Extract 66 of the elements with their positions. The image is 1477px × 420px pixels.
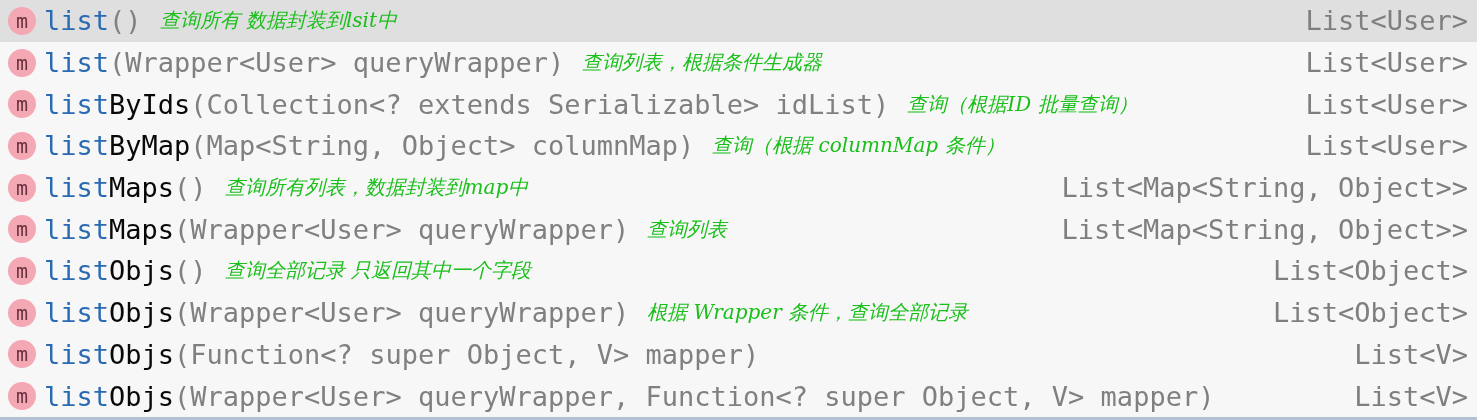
method-badge: m	[8, 48, 36, 77]
matched-prefix: list	[44, 47, 110, 79]
return-type: List<User>	[1304, 88, 1468, 120]
annotation: 查询所有 数据封装到lsit中	[159, 7, 397, 35]
completion-item[interactable]: m listObjs() 查询全部记录 只返回其中一个字段 List<Object>	[0, 250, 1477, 292]
completion-item[interactable]: m list(Wrapper<User> queryWrapper) 查询列表，根据条件生成器 List<User>	[0, 41, 1477, 84]
method-badge: m	[8, 173, 36, 202]
method-badge: m	[8, 215, 36, 244]
method-params: ()	[174, 172, 207, 204]
method-badge: m	[8, 6, 36, 35]
return-type: List<V>	[1353, 338, 1468, 370]
method-params: (Collection<? extends Serializable> idList)	[190, 88, 890, 120]
return-type: List<User>	[1304, 5, 1468, 37]
method-params: ()	[174, 255, 207, 287]
return-type: List<Object>	[1271, 255, 1468, 287]
method-name: Maps	[109, 213, 175, 245]
method-badge: m	[8, 340, 36, 369]
method-name: Objs	[109, 380, 175, 412]
completion-item[interactable]: m list() 查询所有 数据封装到lsit中 List<User>	[0, 0, 1477, 42]
matched-prefix: list	[44, 172, 110, 204]
matched-prefix: list	[44, 255, 110, 287]
completion-item[interactable]: m listByMap(Map<String, Object> columnMap) 查询（根据 columnMap 条件） List<User>	[0, 125, 1477, 167]
completion-item[interactable]: m listObjs(Wrapper<User> queryWrapper) 根据 Wrapper 条件，查询全部记录 List<Object>	[0, 291, 1477, 334]
method-badge: m	[8, 256, 36, 285]
method-params: (Wrapper<User> queryWrapper)	[109, 47, 565, 79]
method-name: Maps	[109, 172, 175, 204]
method-params: (Wrapper<User> queryWrapper, Function<? super Object, V> mapper)	[174, 380, 1215, 412]
matched-prefix: list	[44, 5, 110, 37]
annotation: 根据 Wrapper 条件，查询全部记录	[647, 299, 969, 327]
method-name: ByMap	[109, 130, 191, 162]
method-badge: m	[8, 298, 36, 327]
completion-item[interactable]: m listMaps() 查询所有列表，数据封装到map中 List<Map<String, Object>>	[0, 166, 1477, 209]
return-type: List<V>	[1353, 380, 1468, 412]
return-type: List<Object>	[1271, 297, 1468, 329]
method-name: ByIds	[109, 88, 191, 120]
annotation: 查询列表	[647, 215, 728, 243]
completion-item[interactable]: m listMaps(Wrapper<User> queryWrapper) 查询列表 List<Map<String, Object>>	[0, 208, 1477, 251]
matched-prefix: list	[44, 338, 110, 370]
matched-prefix: list	[44, 88, 110, 120]
annotation: 查询全部记录 只返回其中一个字段	[224, 257, 531, 285]
matched-prefix: list	[44, 380, 110, 412]
method-badge: m	[8, 382, 36, 411]
annotation: 查询（根据 columnMap 条件）	[712, 132, 1005, 160]
completion-item[interactable]: m listObjs(Wrapper<User> queryWrapper, Function<? super Object, V> mapper) List<V>	[0, 375, 1477, 417]
method-params: (Wrapper<User> queryWrapper)	[174, 297, 630, 329]
matched-prefix: list	[44, 213, 110, 245]
method-name: Objs	[109, 255, 175, 287]
annotation: 查询（根据ID 批量查询）	[907, 90, 1138, 118]
matched-prefix: list	[44, 130, 110, 162]
annotation: 查询列表，根据条件生成器	[582, 49, 823, 77]
matched-prefix: list	[44, 297, 110, 329]
return-type: List<User>	[1304, 130, 1468, 162]
completion-item[interactable]: m listByIds(Collection<? extends Serializable> idList) 查询（根据ID 批量查询） List<User>	[0, 83, 1477, 126]
method-badge: m	[8, 131, 36, 160]
return-type: List<User>	[1304, 47, 1468, 79]
method-params: ()	[109, 5, 142, 37]
method-name: Objs	[109, 338, 175, 370]
return-type: List<Map<String, Object>>	[1060, 172, 1468, 204]
method-badge: m	[8, 90, 36, 119]
return-type: List<Map<String, Object>>	[1060, 213, 1468, 245]
method-name: Objs	[109, 297, 175, 329]
completion-item[interactable]: m listObjs(Function<? super Object, V> mapper) List<V>	[0, 333, 1477, 376]
annotation: 查询所有列表，数据封装到map中	[224, 174, 529, 202]
method-params: (Map<String, Object> columnMap)	[190, 130, 695, 162]
method-params: (Wrapper<User> queryWrapper)	[174, 213, 630, 245]
method-params: (Function<? super Object, V> mapper)	[174, 338, 760, 370]
